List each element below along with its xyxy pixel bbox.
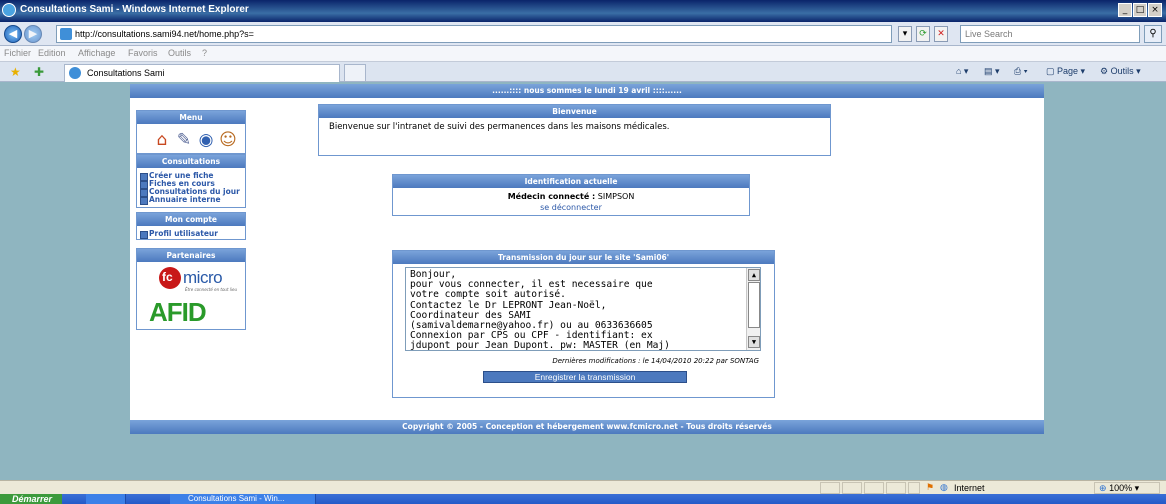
account-box: Mon compte Profil utilisateur [136,212,246,240]
start-button[interactable]: Démarrer [0,494,62,504]
zoom-control[interactable]: ⊕ 100% ▾ [1094,482,1160,494]
taskbar-window-button[interactable]: Consultations Sami - Win... [170,494,316,504]
doctor-name: SIMPSON [597,192,635,201]
menu-outils[interactable]: Outils [168,48,191,58]
status-segment [908,482,920,494]
browser-viewport: ......:::: nous sommes le lundi 19 avril… [0,82,1166,480]
minimize-button[interactable]: _ [1118,3,1132,17]
stop-icon[interactable]: ✕ [934,26,948,42]
menu-box-title: Menu [137,111,245,124]
feeds-cmd-icon[interactable]: ▤ ▾ [984,66,1000,77]
status-segment [864,482,884,494]
fcmicro-tagline: Être connecté en tout lieu [185,287,238,292]
internet-zone-label: Internet [954,483,985,493]
menu-fichier[interactable]: Fichier [4,48,31,58]
refresh-icon[interactable]: ⟳ [916,26,930,42]
scroll-down-icon[interactable]: ▼ [748,336,760,348]
page-menu-label: Page [1057,66,1079,76]
page-menu-button[interactable]: ▢ Page ▾ [1046,66,1085,77]
taskbar: Démarrer Consultations Sami - Win... [0,494,1166,504]
date-banner: ......:::: nous sommes le lundi 19 avril… [130,84,1044,98]
textarea-scrollbar[interactable]: ▲ ▼ [746,268,760,350]
window-titlebar: Consultations Sami - Windows Internet Ex… [0,0,1166,22]
page-favicon-icon [60,28,72,40]
protected-mode-icon[interactable]: ⚑ [926,482,934,493]
status-segment [886,482,906,494]
transmission-textarea[interactable]: Bonjour, pour vous connecter, il est nec… [405,267,761,351]
menu-edition[interactable]: Edition [38,48,66,58]
forward-button[interactable]: ▶ [24,25,42,43]
link-annuaire-interne[interactable]: Annuaire interne [137,196,245,205]
menu-box: Menu ⌂ ✎ ◉ ☺ [136,110,246,154]
scroll-up-icon[interactable]: ▲ [748,269,760,281]
welcome-box-title: Bienvenue [319,105,830,118]
tools-icon[interactable]: ✎ [173,129,195,151]
menu-favoris[interactable]: Favoris [128,48,158,58]
url-dropdown-icon[interactable]: ▾ [898,26,912,42]
identification-box-title: Identification actuelle [393,175,749,188]
status-segment [820,482,840,494]
memo-line: jdupont pour Jean Dupont. pw: MASTER (en… [410,340,670,351]
status-bar: ⚑ ◍ Internet ⊕ 100% ▾ [0,480,1166,494]
tab-label: Consultations Sami [87,68,165,78]
back-button[interactable]: ◀ [4,25,22,43]
consultations-box-title: Consultations [137,155,245,168]
add-favorite-icon[interactable]: ✚ [34,65,44,79]
consultations-box: Consultations Créer une fiche Fiches en … [136,154,246,208]
last-modified-text: Dernières modifications : le 14/04/2010 … [552,357,759,365]
disk-icon[interactable]: ◉ [195,129,217,151]
link-profil-utilisateur[interactable]: Profil utilisateur [137,230,245,239]
ie-logo-icon [2,3,16,17]
menu-icons: ⌂ ✎ ◉ ☺ [137,124,245,154]
afid-logo[interactable]: AFID [149,297,239,327]
quicklaunch-ie-icon[interactable] [86,494,126,504]
zoom-dropdown-icon: ▾ [1134,483,1140,493]
logout-link[interactable]: se déconnecter [540,203,602,212]
account-box-title: Mon compte [137,213,245,226]
url-text: http://consultations.sami94.net/home.php… [75,29,254,39]
tab-bar: ★ ✚ Consultations Sami ⌂ ▾ ▤ ▾ ⎙ ▾ ▢ Pag… [0,62,1166,82]
doctor-label: Médecin connecté : [507,192,596,201]
partners-box: Partenaires fc micro Être connecté en to… [136,248,246,330]
save-transmission-button[interactable]: Enregistrer la transmission [483,371,687,383]
welcome-text: Bienvenue sur l'intranet de suivi des pe… [329,122,670,132]
home-icon[interactable]: ⌂ [151,129,173,151]
menu-affichage[interactable]: Affichage [78,48,115,58]
transmission-box-title: Transmission du jour sur le site 'Sami06… [393,251,774,264]
search-input[interactable]: Live Search [960,25,1140,43]
zoom-icon: ⊕ [1099,483,1107,493]
search-icon[interactable]: ⚲ [1144,25,1162,43]
print-cmd-icon[interactable]: ⎙ ▾ [1014,66,1027,77]
partners-box-title: Partenaires [137,249,245,262]
afid-logo-text: AFID [149,297,207,327]
address-bar: ◀ ▶ http://consultations.sami94.net/home… [0,22,1166,46]
maximize-button[interactable]: □ [1133,3,1147,17]
footer-copyright: Copyright © 2005 - Conception et héberge… [130,420,1044,434]
url-field[interactable]: http://consultations.sami94.net/home.php… [56,25,892,43]
window-title: Consultations Sami - Windows Internet Ex… [20,4,249,15]
tab-ie-icon [69,67,81,79]
tab-consultations-sami[interactable]: Consultations Sami [64,64,340,82]
internet-zone-icon: ◍ [940,482,948,492]
welcome-box: Bienvenue Bienvenue sur l'intranet de su… [318,104,831,156]
scroll-thumb[interactable] [748,282,760,328]
menu-help[interactable]: ? [202,48,207,58]
zoom-level: 100% [1109,483,1133,493]
transmission-box: Transmission du jour sur le site 'Sami06… [392,250,775,398]
menu-bar: Fichier Edition Affichage Favoris Outils… [0,46,1166,62]
tools-menu-button[interactable]: ⚙ Outils ▾ [1100,66,1141,77]
new-tab-button[interactable] [344,64,366,82]
favorites-star-icon[interactable]: ★ [10,65,21,79]
fcmicro-logo[interactable]: fc micro Être connecté en tout lieu [145,267,241,293]
identification-box: Identification actuelle Médecin connecté… [392,174,750,216]
fcmicro-logo-text: micro [183,268,223,287]
users-icon[interactable]: ☺ [217,129,239,151]
web-page: ......:::: nous sommes le lundi 19 avril… [130,84,1044,434]
status-segment [842,482,862,494]
tools-menu-label: Outils [1110,66,1134,76]
home-cmd-icon[interactable]: ⌂ ▾ [956,66,968,77]
fcmicro-logo-circle: fc [159,267,181,289]
close-window-button[interactable]: × [1148,3,1162,17]
